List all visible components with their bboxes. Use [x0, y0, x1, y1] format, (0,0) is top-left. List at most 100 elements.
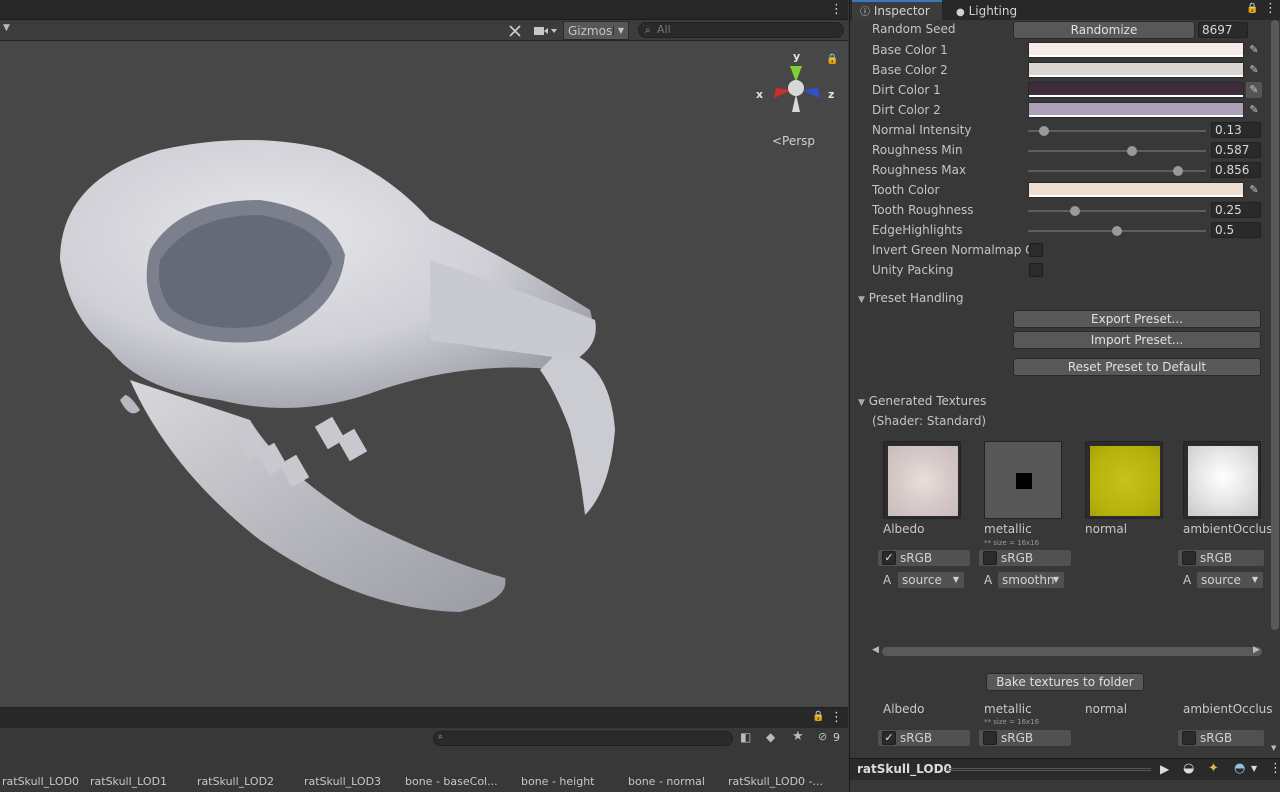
albedo-srgb-toggle[interactable]: ✓ sRGB — [878, 550, 970, 566]
eyedropper-icon[interactable]: ✎ — [1246, 102, 1262, 118]
more-options-icon[interactable]: ⋮ — [830, 710, 843, 725]
unity-packing-checkbox[interactable] — [1029, 263, 1043, 277]
eyedropper-icon[interactable]: ✎ — [1246, 42, 1262, 58]
scene-viewport[interactable]: y x z 🔒 <Persp — [0, 42, 848, 706]
sphere-icon[interactable]: ◒ — [1183, 761, 1194, 776]
more-options-icon[interactable]: ⋮ — [1264, 1, 1277, 16]
slider-thumb[interactable] — [1127, 146, 1137, 156]
tooth-roughness-slider[interactable] — [1028, 206, 1206, 216]
scene-search-input[interactable]: ⌕ All — [638, 22, 844, 38]
scroll-right-icon[interactable]: ▶ — [1253, 645, 1260, 655]
scroll-left-icon[interactable]: ◀ — [872, 645, 879, 655]
project-search-input[interactable]: ⌕ — [433, 731, 733, 746]
eyedropper-icon[interactable]: ✎ — [1246, 182, 1262, 198]
dropdown-arrow-icon[interactable]: ▼ — [3, 23, 10, 33]
ao-alpha-dropdown[interactable]: source ▼ — [1197, 572, 1263, 588]
metallic-label: metallic — [984, 522, 1032, 536]
more-options-icon[interactable]: ⋮ — [1269, 761, 1280, 776]
slider-thumb[interactable] — [1112, 226, 1122, 236]
albedo-texture-preview[interactable] — [883, 441, 961, 519]
alpha-label: A — [984, 573, 993, 587]
import-preset-button[interactable]: Import Preset... — [1013, 331, 1261, 349]
gizmos-dropdown[interactable]: Gizmos ▼ — [563, 21, 629, 40]
favorite-star-icon[interactable]: ★ — [792, 729, 804, 744]
ao-srgb-toggle[interactable]: sRGB — [1178, 550, 1264, 566]
normal-intensity-slider[interactable] — [1028, 126, 1206, 136]
play-icon[interactable]: ▶ — [1160, 762, 1169, 776]
filter-by-label-icon[interactable]: ◆ — [766, 730, 775, 744]
bake-textures-button[interactable]: Bake textures to folder — [986, 673, 1144, 691]
metallic-alpha-dropdown[interactable]: smoothn ▼ — [998, 572, 1064, 588]
asset-item[interactable]: bone - baseCol... — [405, 775, 498, 788]
randomize-button[interactable]: Randomize — [1013, 21, 1195, 39]
edge-highlights-slider[interactable] — [1028, 226, 1206, 236]
preview-settings-icon[interactable]: ◓ — [1234, 761, 1245, 776]
z-axis-label: z — [828, 88, 834, 101]
lighting-preview-icon[interactable]: ✦ — [1208, 761, 1219, 776]
asset-item[interactable]: ratSkull_LOD1 — [90, 775, 167, 788]
roughness-min-slider[interactable] — [1028, 146, 1206, 156]
tools-icon[interactable] — [505, 21, 525, 40]
roughness-max-field[interactable]: 0.856 — [1211, 162, 1261, 178]
chevron-down-icon[interactable]: ▼ — [1251, 764, 1257, 773]
unity-packing-label: Unity Packing — [872, 263, 954, 277]
camera-icon[interactable] — [530, 21, 560, 40]
lock-icon[interactable]: 🔒 — [1246, 3, 1258, 14]
albedo-alpha-dropdown[interactable]: source ▼ — [898, 572, 964, 588]
textures-horizontal-scrollbar[interactable] — [882, 647, 1262, 656]
asset-item[interactable]: bone - height — [521, 775, 594, 788]
slider-thumb[interactable] — [1070, 206, 1080, 216]
base-color-2-field[interactable] — [1028, 62, 1244, 78]
tab-lighting-label: Lighting — [968, 4, 1018, 18]
metallic-srgb-toggle[interactable]: sRGB — [979, 550, 1071, 566]
metallic-texture-preview[interactable] — [984, 441, 1062, 519]
ao-srgb-toggle[interactable]: sRGB — [1178, 730, 1264, 746]
dirt-color-2-field[interactable] — [1028, 102, 1244, 118]
asset-list: ratSkull_LOD0 ratSkull_LOD1 ratSkull_LOD… — [0, 774, 848, 792]
inspector-vertical-scrollbar[interactable] — [1271, 20, 1279, 630]
slider-thumb[interactable] — [1173, 166, 1183, 176]
filter-by-type-icon[interactable]: ◧ — [740, 730, 751, 744]
hidden-packages-icon[interactable]: ⊘ — [818, 730, 827, 743]
eyedropper-icon[interactable]: ✎ — [1246, 82, 1262, 98]
tooth-color-field[interactable] — [1028, 182, 1244, 198]
tab-inspector-label: Inspector — [873, 4, 930, 18]
asset-item[interactable]: ratSkull_LOD0 — [2, 775, 79, 788]
tab-lighting[interactable]: ● Lighting — [948, 0, 1017, 20]
scroll-down-icon[interactable]: ▼ — [1271, 744, 1276, 752]
base-color-1-field[interactable] — [1028, 42, 1244, 58]
normal-intensity-field[interactable]: 0.13 — [1211, 122, 1261, 138]
asset-item[interactable]: ratSkull_LOD3 — [304, 775, 381, 788]
reset-preset-button[interactable]: Reset Preset to Default — [1013, 358, 1261, 376]
roughness-max-slider[interactable] — [1028, 166, 1206, 176]
tooth-roughness-field[interactable]: 0.25 — [1211, 202, 1261, 218]
lightbulb-icon: ● — [956, 7, 965, 18]
export-preset-button[interactable]: Export Preset... — [1013, 310, 1261, 328]
scene-search-placeholder: All — [657, 23, 671, 36]
lock-icon[interactable]: 🔒 — [826, 54, 838, 65]
roughness-min-field[interactable]: 0.587 — [1211, 142, 1261, 158]
preview-drag-handle[interactable] — [946, 768, 1151, 771]
persp-label[interactable]: <Persp — [772, 134, 815, 148]
edge-highlights-field[interactable]: 0.5 — [1211, 222, 1261, 238]
srgb-label: sRGB — [1001, 551, 1034, 565]
search-icon: ⌕ — [645, 25, 651, 36]
metallic-srgb-toggle[interactable]: sRGB — [979, 730, 1071, 746]
normal-texture-preview[interactable] — [1085, 441, 1163, 519]
ao-texture-preview[interactable] — [1183, 441, 1261, 519]
albedo-srgb-toggle[interactable]: ✓ sRGB — [878, 730, 970, 746]
random-seed-field[interactable]: 8697 — [1198, 22, 1248, 38]
invert-green-checkbox[interactable] — [1029, 243, 1043, 257]
dirt-color-1-field[interactable] — [1028, 82, 1244, 98]
slider-thumb[interactable] — [1039, 126, 1049, 136]
more-options-icon[interactable]: ⋮ — [830, 2, 843, 17]
asset-item[interactable]: ratSkull_LOD0 -... — [728, 775, 823, 788]
generated-textures-foldout[interactable]: ▼ Generated Textures — [858, 394, 986, 408]
lock-icon[interactable]: 🔒 — [812, 711, 824, 722]
tab-inspector[interactable]: ⓘ Inspector — [852, 0, 942, 20]
asset-item[interactable]: ratSkull_LOD2 — [197, 775, 274, 788]
check-icon: ✓ — [882, 731, 896, 745]
eyedropper-icon[interactable]: ✎ — [1246, 62, 1262, 78]
preset-handling-foldout[interactable]: ▼ Preset Handling — [858, 291, 963, 305]
asset-item[interactable]: bone - normal — [628, 775, 705, 788]
